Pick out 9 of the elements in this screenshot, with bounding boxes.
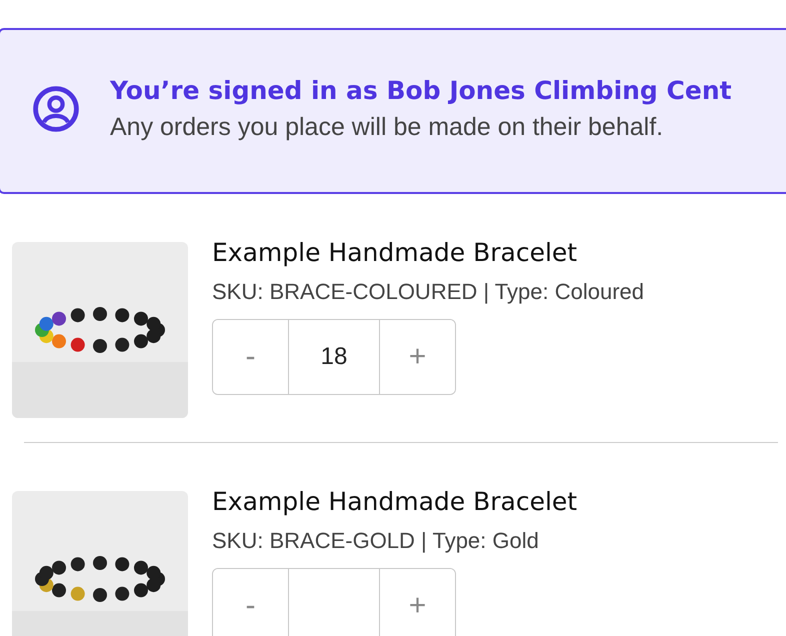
product-name: Example Handmade Bracelet — [212, 238, 578, 267]
banner-message: Any orders you place will be made on their behalf. — [110, 113, 664, 142]
user-icon — [32, 85, 80, 133]
product-name: Example Handmade Bracelet — [212, 487, 578, 516]
quantity-stepper[interactable]: - + — [212, 568, 456, 636]
product-details: SKU: BRACE-GOLD | Type: Gold — [212, 528, 540, 554]
banner-title: You’re signed in as Bob Jones Climbing Cent — [110, 76, 732, 105]
product-details: SKU: BRACE-COLOURED | Type: Coloured — [212, 279, 644, 305]
quantity-stepper[interactable]: - 18 + — [212, 319, 456, 395]
